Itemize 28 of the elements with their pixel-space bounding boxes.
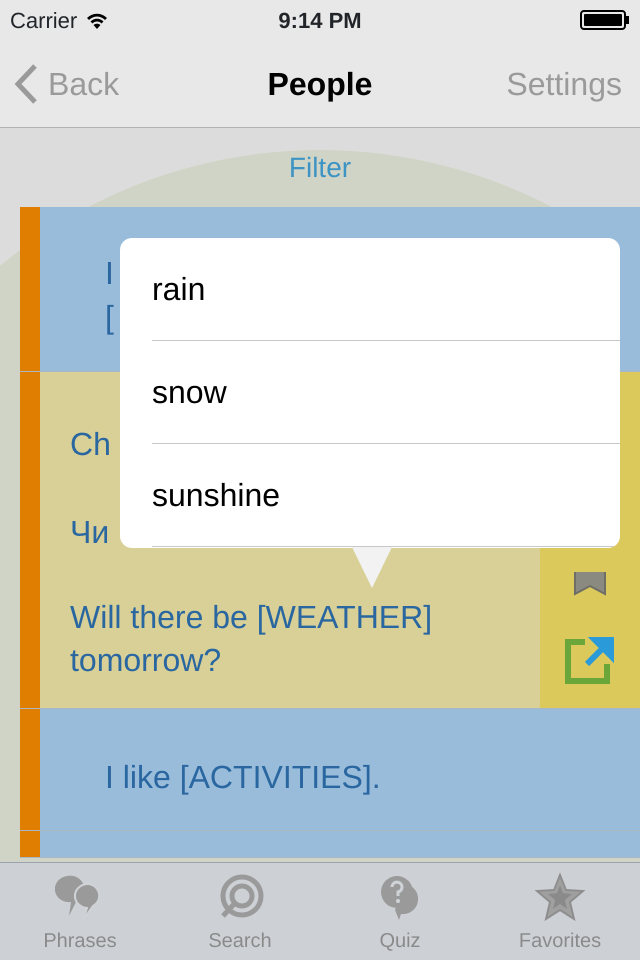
filter-button[interactable]: Filter <box>288 146 352 188</box>
phrase-row[interactable]: I like [ACTIVITIES]. <box>20 709 640 831</box>
battery-icon <box>580 10 630 30</box>
phrase-text: [ <box>105 298 114 337</box>
favorites-tab-icon <box>535 872 585 922</box>
tab-button[interactable]: Search <box>160 863 320 960</box>
popover-arrow <box>352 547 392 588</box>
nav-title: People <box>268 64 372 104</box>
tab-button[interactable]: Favorites <box>480 863 640 960</box>
menu-option[interactable]: snow <box>152 341 620 444</box>
tab-button[interactable]: Quiz <box>320 863 480 960</box>
phrase-text: I like [ACTIVITIES]. <box>105 758 381 797</box>
phrase-text: Ch <box>70 425 111 464</box>
share-icon[interactable] <box>565 636 615 684</box>
menu-option[interactable]: rain <box>152 238 620 341</box>
phrase-text: Чи <box>70 513 110 552</box>
phrase-text: Will there be [WEATHER] tomorrow? <box>70 598 434 680</box>
phrase-row[interactable] <box>20 831 640 858</box>
wifi-icon <box>85 11 110 29</box>
time-label: 9:14 PM <box>278 6 362 34</box>
menu-option[interactable]: sunshine <box>152 444 620 547</box>
bookmark-icon[interactable] <box>573 572 607 596</box>
chevron-icon <box>14 64 38 104</box>
tab-button[interactable]: Phrases <box>0 863 160 960</box>
back-button[interactable]: Back <box>14 60 120 108</box>
phrase-text: I <box>105 254 114 293</box>
settings-button[interactable]: Settings <box>506 60 622 108</box>
carrier-label: Carrier <box>10 6 78 34</box>
